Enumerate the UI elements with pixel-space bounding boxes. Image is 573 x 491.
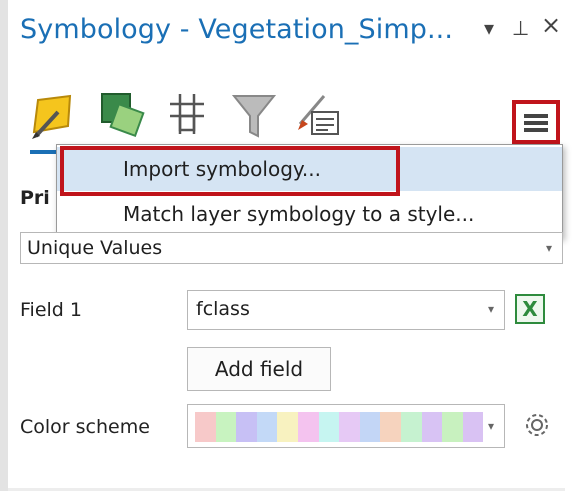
color-swatch <box>256 412 278 442</box>
color-swatch <box>359 412 381 442</box>
primary-symbology-label: Pri <box>20 187 50 209</box>
chevron-down-icon: ▾ <box>487 302 494 316</box>
color-swatch <box>339 412 360 442</box>
color-swatch <box>215 412 237 442</box>
field1-value: fclass <box>196 298 250 320</box>
color-swatch <box>318 412 340 442</box>
color-swatch <box>195 412 216 442</box>
color-swatch <box>380 412 401 442</box>
symbology-pane: Symbology - Vegetation_Simp... ▾ ⊥ × Pri… <box>0 0 573 491</box>
import-symbology-menu-item[interactable]: Import symbology... <box>57 147 562 191</box>
primary-symbology-select[interactable]: Unique Values ▾ <box>20 232 563 264</box>
gear-icon[interactable] <box>522 410 552 440</box>
color-swatch <box>421 412 443 442</box>
excel-sql-icon[interactable]: X <box>515 294 545 324</box>
primary-symbology-value: Unique Values <box>27 237 163 259</box>
field1-select[interactable]: fclass ▾ <box>187 290 505 330</box>
filter-funnel-icon[interactable] <box>230 92 278 140</box>
color-scheme-label: Color scheme <box>20 416 150 438</box>
chevron-down-icon: ▾ <box>545 241 552 255</box>
color-swatch <box>236 412 257 442</box>
close-icon[interactable]: × <box>541 13 561 37</box>
options-menu: Import symbology... Match layer symbolog… <box>56 144 563 238</box>
color-scheme-select[interactable]: ▾ <box>187 404 505 448</box>
color-swatch <box>277 412 298 442</box>
match-layer-symbology-menu-item[interactable]: Match layer symbology to a style... <box>57 192 562 236</box>
label-brush-icon[interactable] <box>294 90 342 138</box>
hamburger-menu-icon[interactable] <box>512 100 560 144</box>
field1-label: Field 1 <box>20 299 82 321</box>
vary-symbology-icon[interactable] <box>98 90 146 138</box>
color-swatch <box>442 412 463 442</box>
symbol-layer-drawing-icon[interactable] <box>164 90 212 138</box>
pane-edge <box>0 0 8 491</box>
color-swatch <box>462 412 484 442</box>
pane-title: Symbology - Vegetation_Simp... <box>20 14 454 45</box>
color-swatch <box>400 412 422 442</box>
add-field-button[interactable]: Add field <box>187 347 331 391</box>
pane-options-dropdown[interactable]: ▾ <box>484 18 494 38</box>
chevron-down-icon: ▾ <box>487 419 494 433</box>
pin-icon[interactable]: ⊥ <box>512 18 529 38</box>
color-scheme-swatches <box>195 412 484 442</box>
primary-symbology-icon[interactable] <box>30 92 78 140</box>
color-swatch <box>297 412 319 442</box>
